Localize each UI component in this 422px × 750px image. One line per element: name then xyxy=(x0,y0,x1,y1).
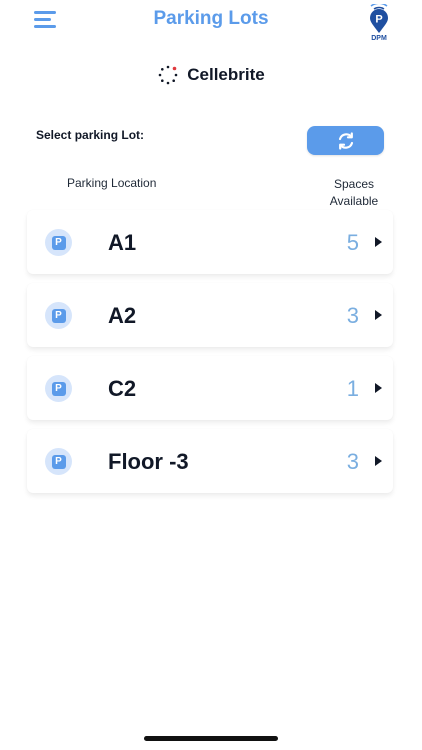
refresh-icon xyxy=(338,131,353,150)
brand-header: Cellebrite xyxy=(0,64,422,86)
lot-row[interactable]: P Floor -3 3 xyxy=(27,429,393,493)
parking-icon-letter: P xyxy=(51,308,66,323)
column-header-spaces-line2: Available xyxy=(329,194,379,208)
parking-pin-icon: P xyxy=(370,2,388,33)
refresh-button[interactable] xyxy=(307,126,384,155)
chevron-right-icon xyxy=(375,383,382,393)
cellebrite-logo-icon xyxy=(158,65,178,85)
logo-text: DPM xyxy=(371,35,387,42)
parking-icon-letter: P xyxy=(51,454,66,469)
parking-icon: P xyxy=(45,302,72,329)
brand-name: Cellebrite xyxy=(187,65,265,84)
select-lot-label: Select parking Lot: xyxy=(36,128,145,142)
top-bar: Parking Lots P DPM xyxy=(0,0,422,50)
parking-lot-list: P A1 5 P A2 3 P C2 1 P Floor -3 3 xyxy=(27,210,393,502)
parking-icon: P xyxy=(45,375,72,402)
dpm-logo: P DPM xyxy=(364,2,394,46)
lot-row[interactable]: P A2 3 xyxy=(27,283,393,347)
lot-name: C2 xyxy=(108,376,137,401)
lot-row[interactable]: P C2 1 xyxy=(27,356,393,420)
column-header-spaces: Spaces Available xyxy=(318,176,390,210)
lot-spaces-count: 1 xyxy=(346,376,359,401)
chevron-right-icon xyxy=(375,456,382,466)
column-header-location: Parking Location xyxy=(67,176,157,190)
page-title: Parking Lots xyxy=(153,8,269,29)
column-header-spaces-line1: Spaces xyxy=(333,177,375,191)
lot-name: A1 xyxy=(108,230,137,255)
parking-icon: P xyxy=(45,448,72,475)
home-indicator[interactable] xyxy=(144,736,278,741)
lot-spaces-count: 3 xyxy=(346,303,359,328)
lot-spaces-count: 5 xyxy=(346,230,359,255)
chevron-right-icon xyxy=(375,310,382,320)
logo-letter: P xyxy=(375,14,382,26)
lot-name: A2 xyxy=(108,303,137,328)
parking-icon: P xyxy=(45,229,72,256)
parking-icon-letter: P xyxy=(51,235,66,250)
chevron-right-icon xyxy=(375,237,382,247)
lot-row[interactable]: P A1 5 xyxy=(27,210,393,274)
lot-name: Floor -3 xyxy=(108,449,189,474)
lot-spaces-count: 3 xyxy=(346,449,359,474)
parking-icon-letter: P xyxy=(51,381,66,396)
